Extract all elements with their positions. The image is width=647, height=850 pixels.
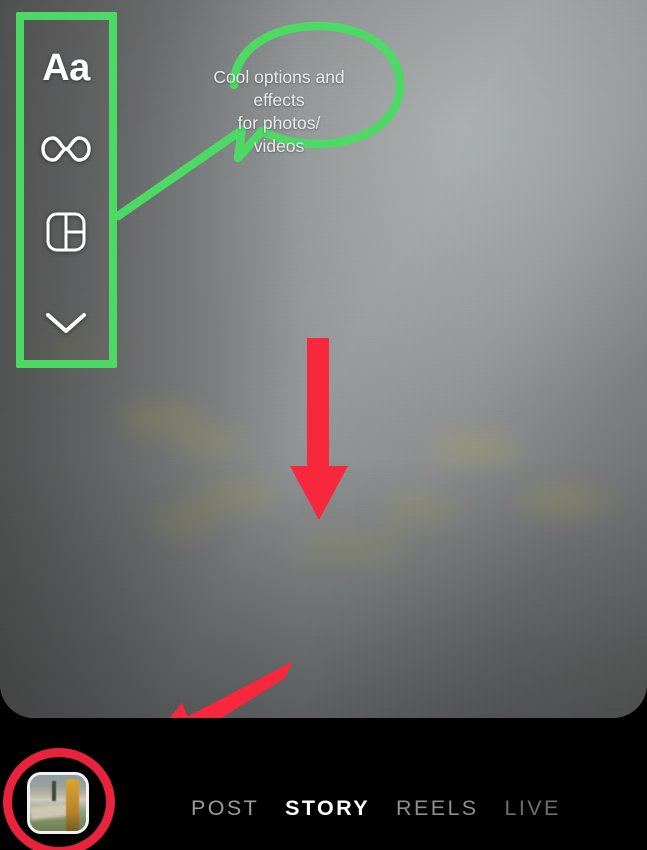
instagram-story-camera-screen: Aa Cool options and effects for photos/ … xyxy=(0,0,647,850)
sidebar-item-boomerang[interactable] xyxy=(34,114,98,183)
sidebar-item-layout-tool[interactable] xyxy=(34,197,98,266)
gallery-thumbnail[interactable] xyxy=(27,772,89,834)
tab-post[interactable]: POST xyxy=(178,796,272,821)
sidebar-item-text-tool[interactable]: Aa xyxy=(34,38,98,100)
chevron-down-icon xyxy=(46,313,86,334)
tab-live[interactable]: LIVE xyxy=(492,796,574,821)
mode-tabs: POST STORY REELS LIVE xyxy=(178,796,574,821)
camera-controls-row xyxy=(0,560,647,700)
gallery-thumbnail-post xyxy=(52,781,56,801)
infinity-icon xyxy=(41,135,91,162)
layout-grid-icon xyxy=(46,212,86,252)
tab-reels[interactable]: REELS xyxy=(383,796,492,821)
gallery-thumbnail-pole xyxy=(66,779,79,831)
tab-story[interactable]: STORY xyxy=(272,796,383,821)
sidebar-item-more-tools[interactable] xyxy=(34,289,98,358)
bottom-mode-bar: POST STORY REELS LIVE xyxy=(0,718,647,850)
creative-tools-rail: Aa xyxy=(26,22,106,358)
aa-text-icon: Aa xyxy=(42,47,90,90)
